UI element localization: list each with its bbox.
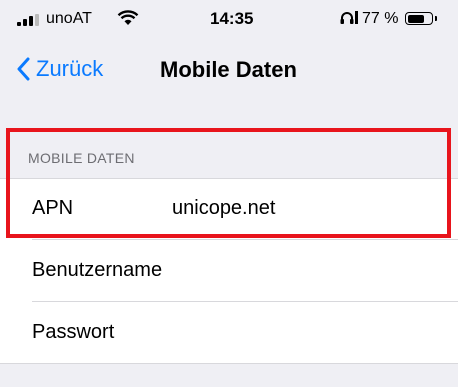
password-row[interactable]: Passwort: [0, 302, 458, 364]
password-label: Passwort: [32, 321, 115, 343]
headphones-icon: [340, 12, 354, 24]
clock: 14:35: [210, 9, 254, 28]
apn-row[interactable]: APN: [0, 178, 458, 240]
username-field[interactable]: [172, 259, 437, 282]
battery-icon: [405, 12, 433, 25]
section-header: MOBILE DATEN: [0, 132, 458, 178]
chevron-left-icon: [17, 57, 30, 81]
battery-percent: 77 %: [362, 10, 399, 27]
apn-field[interactable]: [172, 197, 437, 220]
page-title: Mobile Daten: [160, 57, 297, 82]
username-label: Benutzername: [32, 259, 163, 281]
wifi-icon: [117, 10, 139, 25]
carrier-name: unoAT: [46, 10, 92, 27]
username-row[interactable]: Benutzername: [0, 240, 458, 302]
section-header-label: MOBILE DATEN: [28, 150, 135, 166]
signal-icon: [17, 14, 43, 26]
audio-indicator-icon: [355, 11, 358, 24]
battery-cap: [435, 16, 437, 21]
back-button-label: Zurück: [36, 56, 104, 81]
apn-label: APN: [32, 197, 74, 219]
password-field[interactable]: [172, 321, 437, 344]
status-bar: unoAT 14:35 77 %: [0, 0, 458, 36]
back-button[interactable]: Zurück: [16, 52, 103, 86]
navigation-bar: Zurück Mobile Daten: [0, 36, 458, 100]
